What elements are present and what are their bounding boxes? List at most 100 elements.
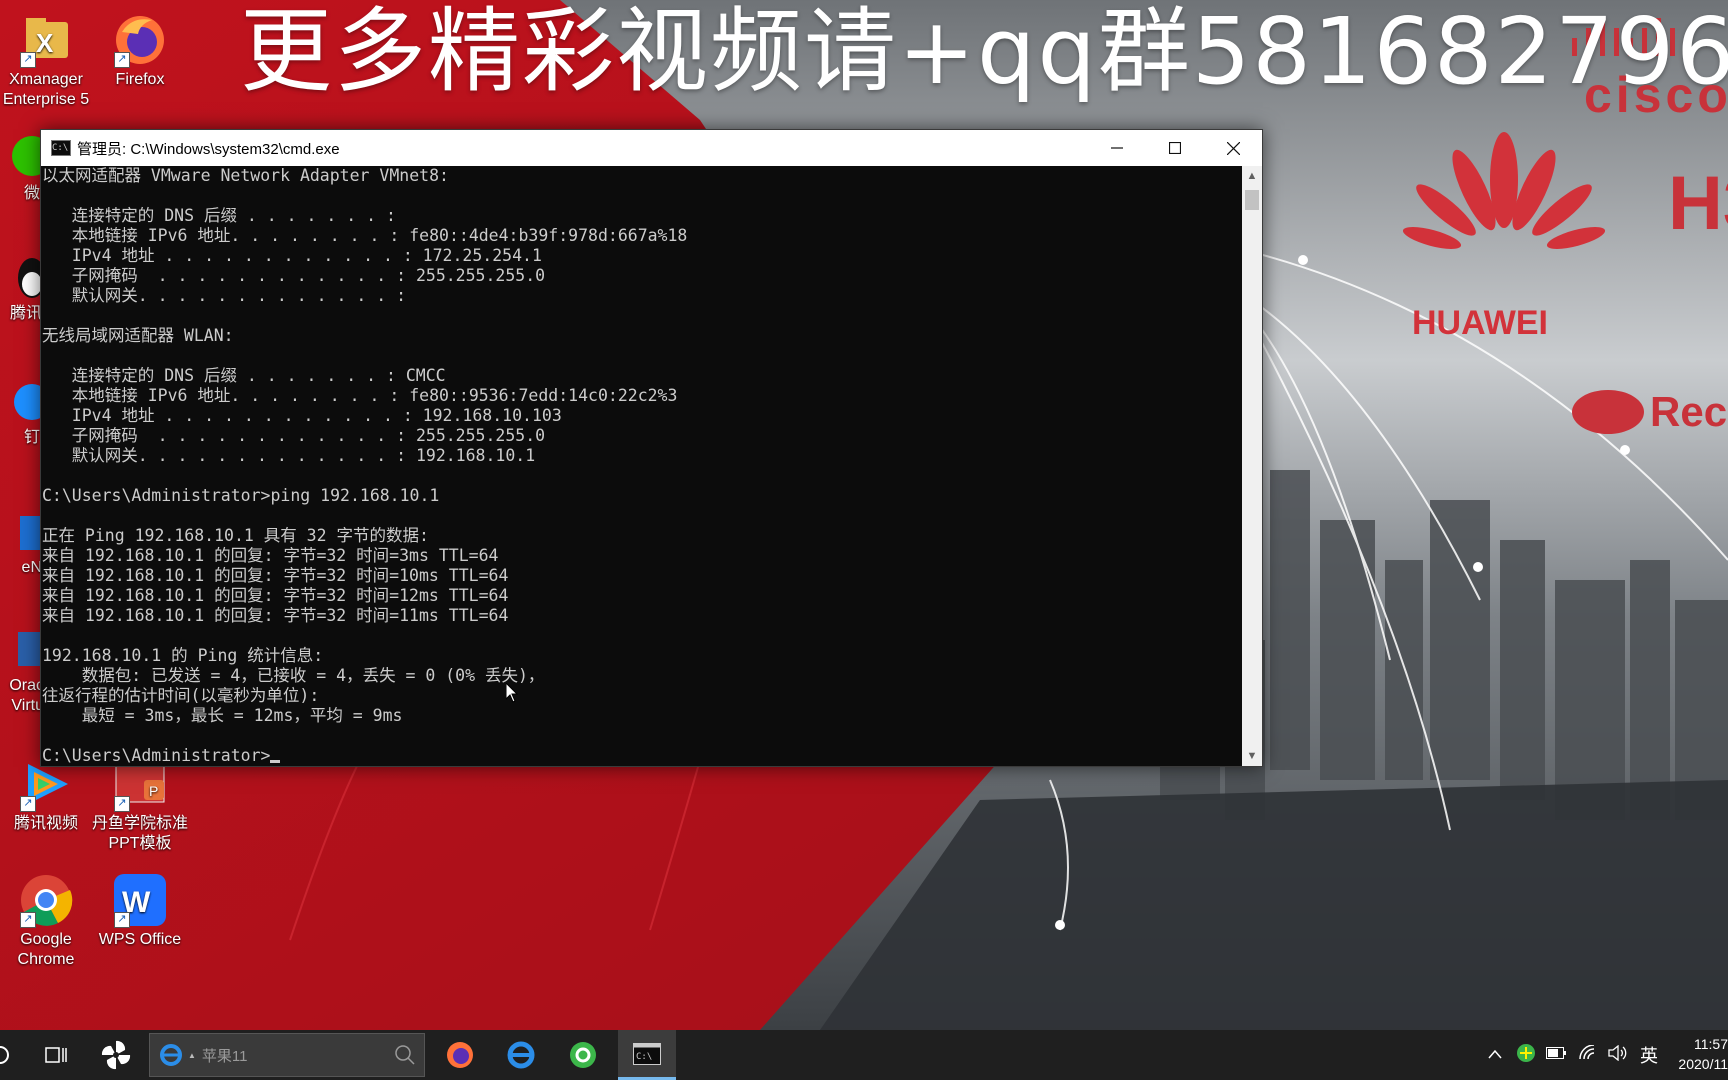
taskbar-360-browser[interactable]: [558, 1030, 608, 1080]
desktop-icon-label: Google: [20, 931, 72, 948]
console-prompt-line[interactable]: C:\Users\Administrator>: [42, 746, 1242, 766]
taskbar-search-box[interactable]: ▲ 苹果11: [149, 1033, 425, 1077]
console-line: 连接特定的 DNS 后缀 . . . . . . . :: [42, 206, 396, 225]
dingtalk-icon: [2, 378, 44, 426]
qq-icon: [2, 254, 44, 302]
taskbar-cmd-active[interactable]: C:\: [618, 1030, 676, 1080]
cmd-window[interactable]: C:\ 管理员: C:\Windows\system32\cmd.exe 以太网…: [40, 129, 1263, 767]
console-line: 192.168.10.1 的 Ping 统计信息:: [42, 646, 324, 665]
shortcut-arrow-icon: ↗: [20, 796, 36, 812]
desktop-icon-label: Xmanager: [9, 71, 83, 88]
minimize-icon: [1111, 147, 1123, 149]
clock-date: 2020/11: [1678, 1056, 1728, 1072]
taskbar-ie[interactable]: [496, 1030, 546, 1080]
minimize-button[interactable]: [1088, 130, 1146, 166]
xmanager-icon: X ↗: [18, 12, 74, 68]
clock-time: 11:57: [1694, 1036, 1728, 1052]
desktop-icon-firefox[interactable]: ↗ Firefox: [92, 12, 188, 90]
desktop-icon-label: 腾讯视频: [13, 815, 78, 832]
chevron-up-icon: [1488, 1049, 1502, 1059]
console-line: C:\Users\Administrator>ping 192.168.10.1: [42, 486, 440, 505]
console-line: 以太网适配器 VMware Network Adapter VMnet8:: [42, 166, 449, 185]
search-icon[interactable]: [394, 1044, 416, 1066]
console-line: 子网掩码 . . . . . . . . . . . . : 255.255.2…: [42, 266, 546, 285]
firefox-icon: [447, 1042, 473, 1068]
desktop-icon-label: 微: [23, 185, 40, 202]
desktop-icon-label: WPS Office: [98, 931, 182, 948]
system-tray: 英: [1488, 1030, 1658, 1080]
console-line: 默认网关. . . . . . . . . . . . . :: [42, 286, 407, 305]
close-button[interactable]: [1204, 130, 1262, 166]
search-dropdown-icon[interactable]: ▲: [188, 1051, 196, 1060]
ie-search-icon: [160, 1044, 182, 1066]
internet-explorer-icon: [507, 1041, 535, 1069]
clock[interactable]: 11:57 2020/11: [1670, 1034, 1728, 1074]
console-line: 来自 192.168.10.1 的回复: 字节=32 时间=10ms TTL=6…: [42, 566, 509, 585]
window-title: 管理员: C:\Windows\system32\cmd.exe: [77, 140, 340, 158]
console-line: 子网掩码 . . . . . . . . . . . . : 255.255.2…: [42, 426, 546, 445]
tray-app-icon[interactable]: [1516, 1043, 1536, 1068]
desktop-icon-label: eN: [21, 559, 42, 576]
cisco-logo: cisco: [1584, 67, 1728, 123]
ensp-icon: [2, 508, 42, 556]
taskbar: ▲ 苹果11 C:\ 英 11:57 2020/11: [0, 1030, 1728, 1080]
desktop-icon-xmanager[interactable]: X ↗ Xmanager Enterprise 5: [0, 12, 94, 110]
desktop-icon-danyu-ppt[interactable]: P ↗ 丹鱼学院标准 PPT模板: [92, 756, 188, 854]
desktop-icon-tencent-video[interactable]: ↗ 腾讯视频: [0, 756, 94, 834]
console-line: 最短 = 3ms，最长 = 12ms，平均 = 9ms: [42, 706, 403, 725]
cortana-button[interactable]: [0, 1030, 14, 1080]
shortcut-arrow-icon: ↗: [114, 912, 130, 928]
desktop-icon-label: PPT模板: [108, 835, 172, 852]
svg-text:P: P: [149, 783, 158, 799]
desktop-icon-virtualbox-partial[interactable]: Orac Virtu: [0, 626, 44, 716]
scroll-down-icon[interactable]: ▼: [1242, 746, 1262, 766]
search-placeholder: 苹果11: [201, 1047, 248, 1065]
input-method-indicator[interactable]: 英: [1640, 1042, 1658, 1068]
shortcut-arrow-icon: ↗: [20, 912, 36, 928]
shortcut-arrow-icon: ↗: [114, 52, 130, 68]
desktop-icon-dingtalk-partial[interactable]: 钉: [0, 378, 44, 448]
console-line: 正在 Ping 192.168.10.1 具有 32 字节的数据:: [42, 526, 429, 545]
desktop-icon-label: 钉: [23, 429, 40, 446]
desktop-icon-label: 丹鱼学院标准: [92, 815, 189, 832]
h3c-logo: H3: [1668, 161, 1728, 246]
show-hidden-icons-button[interactable]: [1488, 1046, 1502, 1064]
task-view-button[interactable]: [36, 1030, 76, 1080]
text-cursor: [270, 760, 281, 763]
desktop-icon-tencent-partial[interactable]: 腾讯: [0, 254, 44, 324]
maximize-button[interactable]: [1146, 130, 1204, 166]
desktop-icon-google-chrome[interactable]: ↗ Google Chrome: [0, 872, 94, 970]
console-line: 来自 192.168.10.1 的回复: 字节=32 时间=11ms TTL=6…: [42, 606, 509, 625]
huawei-logo: HUAWEI: [1412, 304, 1548, 342]
desktop-icon-wps-office[interactable]: W ↗ WPS Office: [92, 872, 188, 950]
mouse-cursor-icon: [506, 683, 519, 703]
pinned-app-button[interactable]: [92, 1030, 140, 1080]
svg-text:X: X: [36, 28, 54, 58]
window-titlebar[interactable]: C:\ 管理员: C:\Windows\system32\cmd.exe: [41, 130, 1262, 166]
qq-group-banner: 更多精彩视频请+qq群581682796: [240, 0, 1728, 105]
vertical-scrollbar[interactable]: ▲ ▼: [1242, 166, 1262, 766]
wechat-icon: [2, 134, 44, 182]
desktop-icon-wechat-partial[interactable]: 微: [0, 134, 44, 204]
console-line: 本地链接 IPv6 地址. . . . . . . . : fe80::4de4…: [42, 226, 688, 245]
scrollbar-thumb[interactable]: [1245, 190, 1259, 210]
volume-button[interactable]: [1608, 1044, 1628, 1066]
taskbar-firefox[interactable]: [435, 1030, 485, 1080]
cmd-icon: C:\: [633, 1042, 661, 1065]
network-button[interactable]: [1578, 1043, 1598, 1066]
shortcut-arrow-icon: ↗: [114, 796, 130, 812]
wifi-icon: [1579, 1043, 1595, 1059]
battery-button[interactable]: [1546, 1046, 1566, 1064]
desktop-icon-label: Virtu: [11, 697, 44, 714]
console-line: IPv4 地址 . . . . . . . . . . . . : 172.25…: [42, 246, 542, 265]
console-line: 往返行程的估计时间(以毫秒为单位):: [42, 686, 320, 705]
console-output[interactable]: 以太网适配器 VMware Network Adapter VMnet8: 连接…: [41, 166, 1242, 766]
close-icon: [1226, 141, 1240, 155]
scroll-up-icon[interactable]: ▲: [1242, 166, 1262, 186]
desktop-icon-ensp-partial[interactable]: eN: [0, 508, 44, 578]
console-line: 本地链接 IPv6 地址. . . . . . . . : fe80::9536…: [42, 386, 678, 405]
